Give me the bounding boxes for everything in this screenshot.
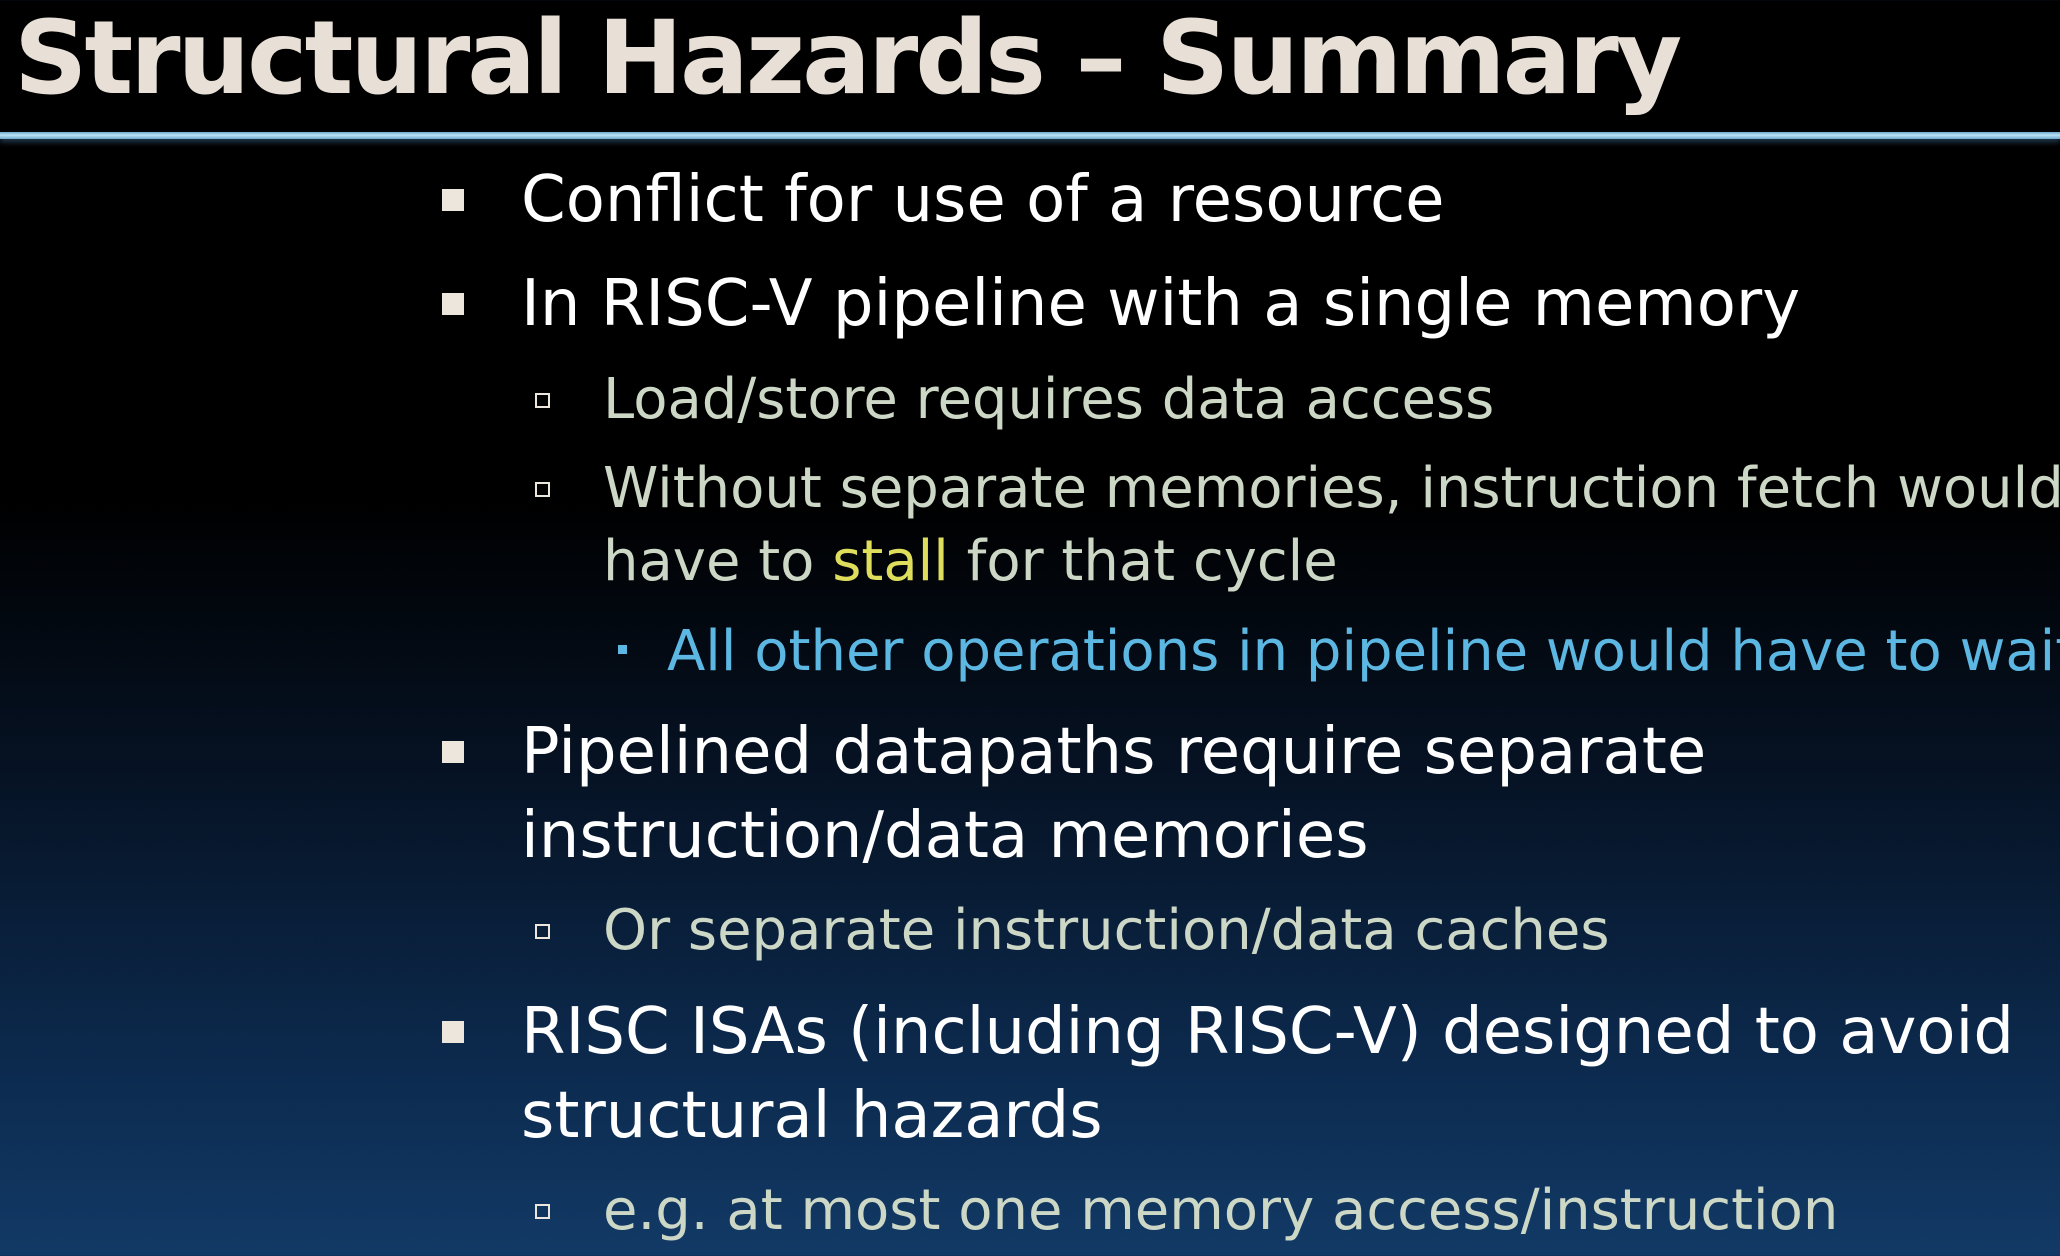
sub-bullet-separate-caches: Or separate instruction/data caches [603, 898, 1610, 963]
small-square-bullet-icon [618, 645, 627, 654]
sub-bullet-without-separate-memories: Without separate memories, instruction f… [603, 456, 2060, 521]
sub-sub-bullet-all-wait: All other operations in pipeline would h… [667, 619, 2060, 684]
bullet-risc-isas-cont: structural hazards [521, 1079, 1103, 1153]
title-divider [0, 132, 2060, 139]
bullet-conflict: Conflict for use of a resource [521, 163, 1445, 237]
stall-line-prefix: have to [603, 529, 833, 594]
slide-title: Structural Hazards – Summary [14, 0, 1682, 118]
square-bullet-icon [442, 741, 464, 763]
square-bullet-icon [442, 189, 464, 211]
sub-bullet-stall-line: have to stall for that cycle [603, 525, 1338, 598]
sub-bullet-load-store: Load/store requires data access [603, 367, 1495, 432]
square-bullet-icon [442, 1021, 464, 1043]
bullet-single-memory: In RISC-V pipeline with a single memory [521, 267, 1801, 341]
bullet-pipelined-datapaths: Pipelined datapaths require separate [521, 715, 1707, 789]
sub-bullet-example: e.g. at most one memory access/instructi… [603, 1178, 1839, 1243]
hollow-square-bullet-icon [535, 924, 550, 939]
square-bullet-icon [442, 293, 464, 315]
bullet-risc-isas: RISC ISAs (including RISC-V) designed to… [521, 995, 2014, 1069]
stall-line-suffix: for that cycle [948, 529, 1338, 594]
hollow-square-bullet-icon [535, 482, 550, 497]
stall-highlight: stall [832, 529, 949, 594]
hollow-square-bullet-icon [535, 1204, 550, 1219]
hollow-square-bullet-icon [535, 393, 550, 408]
bullet-pipelined-datapaths-cont: instruction/data memories [521, 799, 1369, 873]
